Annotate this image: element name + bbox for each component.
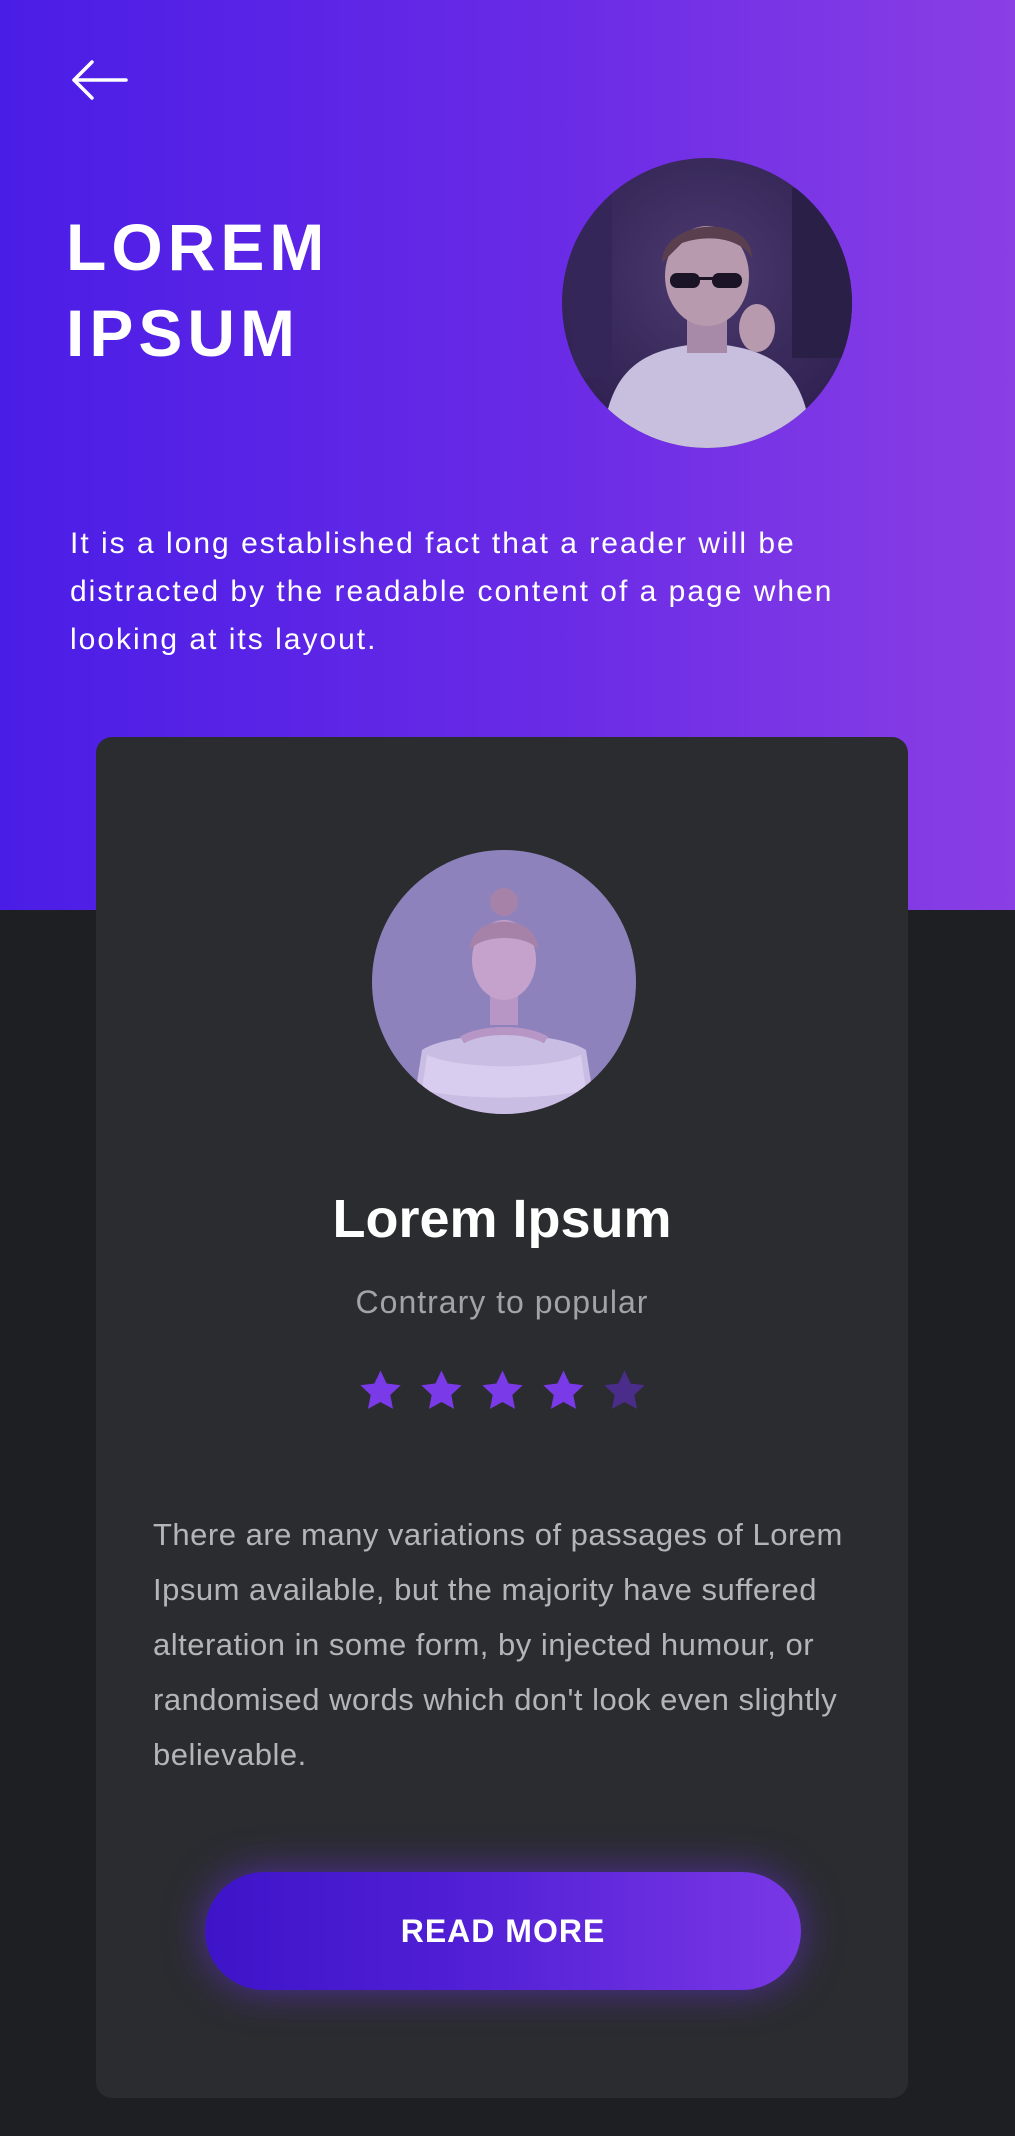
star-filled-icon bbox=[420, 1370, 462, 1409]
rating-stars bbox=[96, 1367, 908, 1423]
page-title: LOREM IPSUM bbox=[66, 210, 330, 370]
arrow-left-icon[interactable] bbox=[68, 56, 130, 104]
card-description: There are many variations of passages of… bbox=[153, 1517, 843, 1772]
read-more-button[interactable]: READ MORE bbox=[205, 1872, 801, 1990]
star-empty-icon bbox=[603, 1370, 645, 1409]
star-filled-icon bbox=[542, 1370, 584, 1409]
hero-description: It is a long established fact that a rea… bbox=[70, 527, 834, 656]
star-filled-icon bbox=[481, 1370, 523, 1409]
profile-avatar bbox=[562, 158, 852, 448]
card-subtitle: Contrary to popular bbox=[355, 1284, 649, 1320]
star-filled-icon bbox=[359, 1370, 401, 1409]
card-avatar bbox=[372, 850, 636, 1114]
profile-card: Lorem Ipsum Contrary to popular There ar… bbox=[96, 737, 908, 2098]
card-title: Lorem Ipsum bbox=[332, 1189, 672, 1249]
